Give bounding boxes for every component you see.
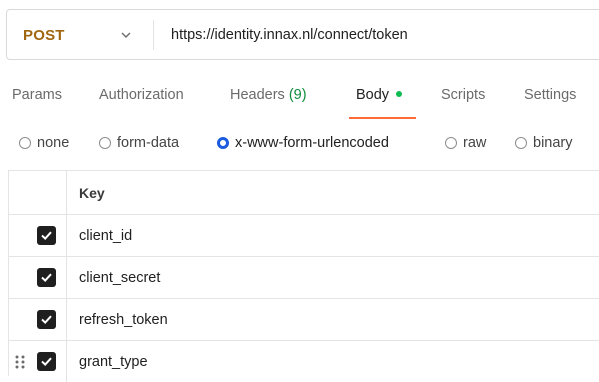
chevron-down-icon[interactable] (119, 29, 133, 41)
checkmark-icon (41, 231, 52, 241)
tab-scripts[interactable]: Scripts (441, 87, 485, 103)
radio-form-data[interactable]: form-data (99, 134, 179, 152)
tab-settings[interactable]: Settings (524, 87, 576, 103)
tab-headers-label: Headers (230, 87, 285, 103)
radio-x-www-form-urlencoded[interactable]: x-www-form-urlencoded (217, 134, 389, 152)
tab-body-label: Body (356, 87, 390, 103)
row-select-cell (8, 215, 67, 256)
checkmark-icon (41, 273, 52, 283)
row-checkbox[interactable] (37, 352, 56, 371)
method-select[interactable]: POST (23, 27, 65, 44)
tab-headers[interactable]: Headers (9) (230, 87, 307, 103)
row-checkbox[interactable] (37, 310, 56, 329)
row-select-cell (8, 257, 67, 298)
table-header-row: Key (8, 170, 599, 214)
radio-none[interactable]: none (19, 134, 69, 152)
radio-binary[interactable]: binary (515, 134, 573, 152)
checkmark-icon (41, 357, 52, 367)
radio-label: x-www-form-urlencoded (235, 135, 389, 151)
header-select-cell (8, 171, 67, 214)
row-checkbox[interactable] (37, 226, 56, 245)
column-header-key: Key (79, 185, 105, 201)
param-key[interactable]: grant_type (79, 354, 148, 370)
radio-label: raw (463, 135, 487, 151)
radio-circle-icon (99, 137, 111, 149)
radio-raw[interactable]: raw (445, 134, 486, 152)
drag-handle-icon[interactable] (14, 354, 26, 370)
checkmark-icon (41, 315, 52, 325)
table-row: client_secret (8, 256, 599, 298)
param-key[interactable]: client_secret (79, 270, 160, 286)
url-input[interactable]: https://identity.innax.nl/connect/token (171, 27, 408, 43)
param-key[interactable]: refresh_token (79, 312, 168, 328)
radio-label: binary (533, 135, 573, 151)
table-row: client_id (8, 214, 599, 256)
radio-circle-icon (515, 137, 527, 149)
radio-label: form-data (117, 135, 180, 151)
table-row: refresh_token (8, 298, 599, 340)
params-table: Key client_id client_secret refresh_toke… (8, 170, 599, 382)
tab-params[interactable]: Params (12, 87, 62, 103)
request-bar: POST https://identity.innax.nl/connect/t… (6, 9, 599, 60)
body-indicator-dot (396, 91, 403, 97)
headers-count: (9) (288, 87, 307, 103)
row-checkbox[interactable] (37, 268, 56, 287)
divider (153, 20, 154, 50)
radio-label: none (37, 135, 70, 151)
tab-body[interactable]: Body (356, 87, 403, 103)
row-select-cell (8, 299, 67, 340)
param-key[interactable]: client_id (79, 228, 132, 244)
radio-circle-icon (19, 137, 31, 149)
radio-circle-icon (217, 137, 229, 149)
tab-authorization[interactable]: Authorization (99, 87, 184, 103)
tab-underline (349, 117, 416, 119)
radio-circle-icon (445, 137, 457, 149)
